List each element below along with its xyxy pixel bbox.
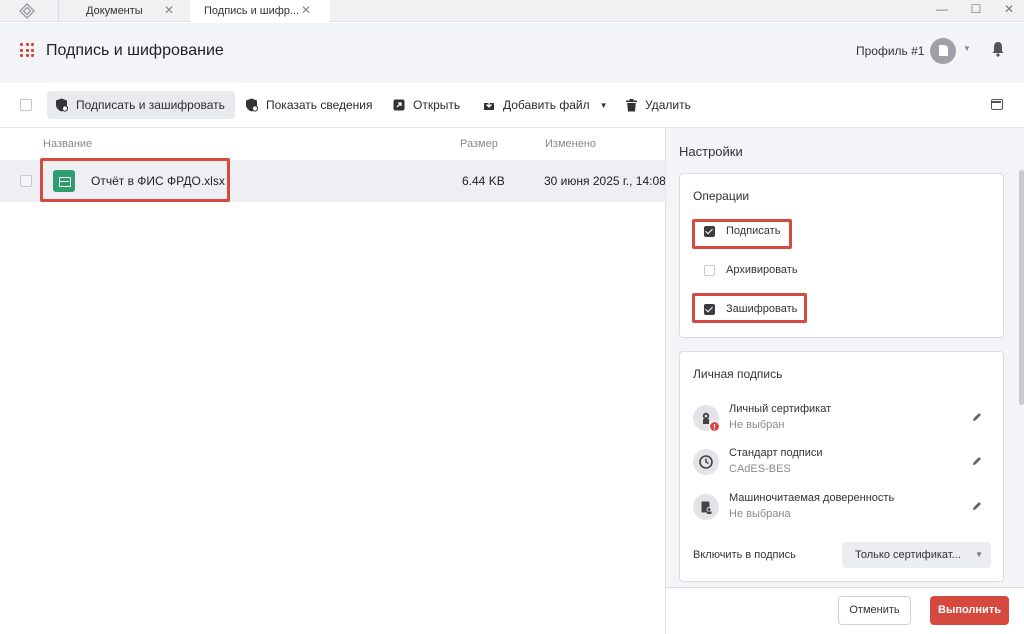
certificate-row[interactable]: ! Личный сертификат Не выбран [693, 401, 993, 435]
trash-icon [626, 98, 637, 111]
operations-title: Операции [693, 189, 750, 203]
document-user-icon [693, 494, 719, 520]
window-close-button[interactable]: ✕ [999, 2, 1019, 18]
signature-title: Личная подпись [693, 367, 783, 381]
add-file-icon [484, 99, 494, 110]
cancel-button[interactable]: Отменить [838, 596, 911, 625]
power-of-attorney-row[interactable]: Машиночитаемая доверенность Не выбрана [693, 490, 993, 524]
tab-documents-label: Документы [86, 5, 143, 17]
run-button[interactable]: Выполнить [930, 596, 1009, 625]
maximize-button[interactable]: ☐ [966, 2, 986, 18]
chevron-down-icon[interactable]: ▼ [963, 44, 971, 53]
tab-sign-encrypt-label: Подпись и шифр... [204, 5, 300, 17]
open-button[interactable]: Открыть [393, 91, 460, 119]
page-title: Подпись и шифрование [46, 42, 224, 59]
signature-standard-row[interactable]: Стандарт подписи CAdES-BES [693, 445, 993, 479]
app-logo-icon [19, 3, 35, 19]
warning-icon: ! [709, 421, 720, 432]
show-info-label: Показать сведения [266, 98, 373, 112]
bell-icon[interactable] [991, 41, 1005, 57]
checkbox-unchecked-icon [704, 264, 715, 276]
clock-icon [693, 449, 719, 475]
settings-title: Настройки [679, 144, 743, 159]
signature-standard-label: Стандарт подписи [729, 447, 823, 459]
minimize-button[interactable]: — [932, 2, 952, 18]
chevron-down-icon[interactable]: ▼ [600, 101, 608, 110]
certificate-icon: ! [693, 405, 720, 432]
page-header: Подпись и шифрование Профиль #1 ▼ [0, 23, 1024, 83]
sign-encrypt-button[interactable]: Подписать и зашифровать [47, 91, 235, 119]
certificate-label: Личный сертификат [729, 403, 832, 415]
avatar[interactable] [930, 38, 956, 64]
row-checkbox[interactable] [20, 175, 32, 187]
column-header-modified[interactable]: Изменено [545, 138, 596, 150]
toolbar: Подписать и зашифровать Показать сведени… [0, 83, 1024, 128]
archive-checkbox[interactable]: Архивировать [704, 262, 798, 278]
scrollbar[interactable] [1019, 170, 1024, 405]
include-in-signature-value: Только сертификат... [855, 549, 961, 561]
certificate-value: Не выбран [729, 419, 785, 431]
pencil-icon[interactable] [971, 411, 983, 423]
archive-label: Архивировать [726, 264, 798, 276]
pencil-icon[interactable] [971, 455, 983, 467]
sign-encrypt-label: Подписать и зашифровать [76, 98, 225, 112]
apps-grid-icon[interactable] [20, 43, 34, 57]
personal-signature-card: Личная подпись ! Личный сертификат Не вы… [679, 351, 1004, 582]
shield-icon [56, 98, 68, 112]
file-modified: 30 июня 2025 г., 14:08 [544, 174, 665, 188]
include-in-signature-select[interactable]: Только сертификат... ▼ [842, 542, 991, 568]
settings-footer: Отменить Выполнить [666, 587, 1024, 634]
add-file-label: Добавить файл [503, 98, 590, 112]
power-of-attorney-value: Не выбрана [729, 508, 791, 520]
chevron-down-icon: ▼ [975, 550, 983, 559]
settings-panel: Настройки Операции Подписать Архивироват… [665, 128, 1024, 634]
profile-name[interactable]: Профиль #1 [856, 44, 924, 58]
tab-sign-encrypt[interactable]: Подпись и шифр... ✕ [190, 0, 330, 23]
highlight-box [692, 293, 807, 323]
highlight-box [40, 158, 230, 202]
delete-button[interactable]: Удалить [626, 91, 691, 119]
column-header-name[interactable]: Название [43, 138, 92, 150]
file-list: Название Размер Изменено Отчёт в ФИС ФРД… [0, 128, 665, 634]
show-info-button[interactable]: Показать сведения [245, 91, 373, 119]
include-in-signature-label: Включить в подпись [693, 549, 796, 561]
shield-check-icon [246, 98, 258, 112]
open-label: Открыть [413, 98, 461, 112]
highlight-box [692, 219, 792, 249]
window-titlebar: Документы ✕ Подпись и шифр... ✕ — ☐ ✕ [0, 0, 1024, 23]
column-header-size[interactable]: Размер [460, 138, 498, 150]
tab-documents[interactable]: Документы ✕ [58, 0, 189, 22]
select-all-checkbox[interactable] [20, 99, 32, 111]
power-of-attorney-label: Машиночитаемая доверенность [729, 492, 895, 504]
file-size: 6.44 KB [462, 174, 505, 188]
panel-toggle-icon[interactable] [991, 99, 1003, 110]
open-external-icon [393, 99, 405, 111]
delete-label: Удалить [645, 98, 691, 112]
pencil-icon[interactable] [971, 500, 983, 512]
signature-standard-value: CAdES-BES [729, 463, 791, 475]
add-file-button[interactable]: Добавить файл ▼ [483, 91, 608, 119]
close-icon[interactable]: ✕ [301, 3, 311, 17]
close-icon[interactable]: ✕ [164, 3, 174, 17]
